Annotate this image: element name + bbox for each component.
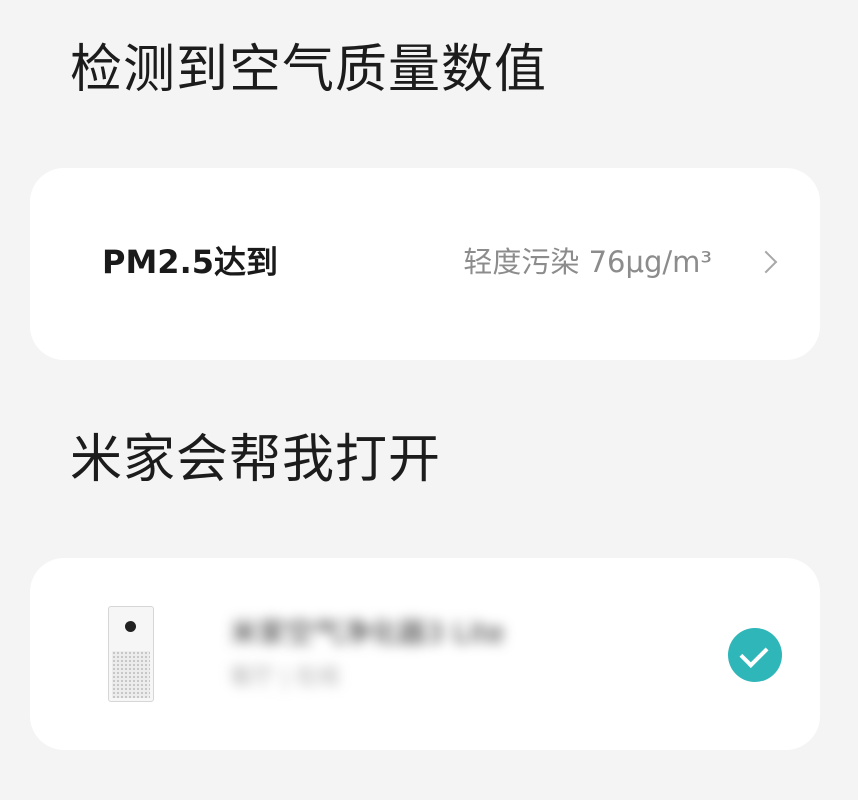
device-name: 米家空气净化器3 Lite — [230, 616, 505, 649]
purifier-sensor-dot — [125, 621, 136, 632]
device-subtitle: 客厅 | 在线 — [230, 665, 340, 690]
action-section-title: 米家会帮我打开 — [70, 430, 442, 490]
check-circle-icon[interactable] — [728, 628, 782, 682]
condition-value: 轻度污染 76μg/m³ — [463, 245, 712, 279]
air-purifier-icon — [108, 606, 154, 702]
condition-label: PM2.5达到 — [102, 243, 278, 281]
purifier-grille — [112, 651, 150, 698]
trigger-section-title: 检测到空气质量数值 — [70, 40, 548, 100]
pm25-condition-row[interactable]: PM2.5达到 轻度污染 76μg/m³ — [30, 168, 820, 360]
checkmark-icon — [739, 639, 769, 668]
chevron-right-icon — [754, 250, 778, 274]
device-row[interactable]: 米家空气净化器3 Lite 客厅 | 在线 — [30, 558, 820, 750]
